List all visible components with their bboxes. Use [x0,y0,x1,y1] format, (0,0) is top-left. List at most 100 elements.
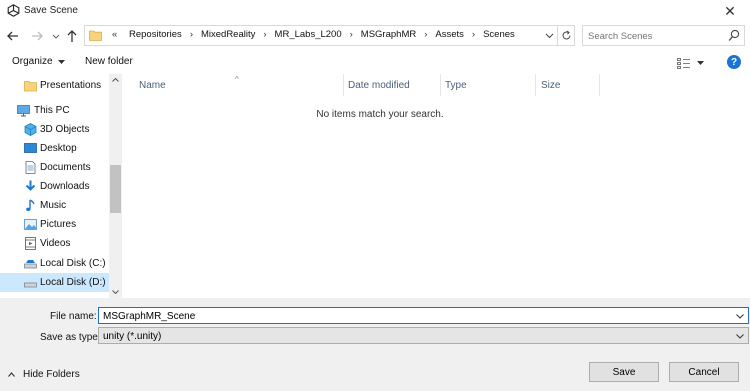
breadcrumb-item[interactable]: MR_Labs_L200 [273,29,344,40]
cancel-button[interactable]: Cancel [669,362,739,382]
computer-icon [17,105,30,117]
sidebar-item-music[interactable]: Music [0,196,109,215]
breadcrumb-item[interactable]: Assets [433,29,466,40]
up-arrow-icon[interactable] [64,28,80,44]
sidebar-item-label: Desktop [40,143,77,154]
column-header-date-modified[interactable]: Date modified [348,80,410,94]
address-bar[interactable]: « Repositories › MixedReality › MR_Labs_… [84,25,575,46]
search-icon[interactable] [728,29,740,42]
forward-arrow-icon[interactable] [29,28,45,44]
breadcrumb-item[interactable]: MixedReality [199,29,257,40]
command-bar: Organize New folder [0,52,750,74]
unity-logo-icon [7,4,20,17]
sidebar-item-pictures[interactable]: Pictures [0,215,109,234]
breadcrumb-overflow-icon[interactable]: « [112,29,117,40]
drive-icon [24,282,37,288]
music-icon [26,199,35,211]
sidebar-item-label: Local Disk (D:) [40,277,106,288]
refresh-button[interactable] [557,26,574,45]
save-button[interactable]: Save [589,362,659,382]
organize-button[interactable]: Organize [12,56,65,67]
sidebar-item-local-disk-c[interactable]: Local Disk (C:) [0,254,109,273]
sidebar-item-label: Pictures [40,219,77,230]
sidebar-item-label: Videos [40,238,71,249]
navigation-scrollbar[interactable] [109,74,122,298]
sidebar-item-videos[interactable]: Videos [0,234,109,253]
hide-folders-label: Hide Folders [23,369,80,380]
drive-icon [24,260,37,269]
title-bar: Save Scene ✕ [0,0,750,22]
column-divider[interactable] [440,74,441,96]
column-divider[interactable] [599,74,600,96]
close-button[interactable]: ✕ [710,0,750,22]
column-header-size[interactable]: Size [541,80,560,94]
file-name-dropdown[interactable] [734,310,746,322]
details-view-icon [677,57,690,69]
refresh-icon [562,30,570,40]
breadcrumb-item[interactable]: Repositories [127,29,184,40]
chevron-down-icon [736,333,744,339]
navigation-pane: Presentations This PC 3D Objects Desktop… [0,74,122,298]
help-button[interactable]: ? [727,55,741,69]
chevron-right-icon[interactable]: › [184,29,199,40]
scroll-down-button[interactable] [109,286,122,298]
sidebar-item-label: This PC [34,105,70,116]
change-view-button[interactable] [677,55,711,71]
chevron-right-icon[interactable]: › [418,29,433,40]
breadcrumb: Repositories › MixedReality › MR_Labs_L2… [127,29,517,40]
caret-down-icon [57,59,65,64]
sidebar-item-label: Local Disk (C:) [40,258,106,269]
sidebar-item-label: Music [40,200,67,211]
breadcrumb-item[interactable]: Scenes [481,29,517,40]
column-header-name[interactable]: Name [139,80,166,94]
chevron-down-icon [112,290,119,294]
sidebar-item-this-pc[interactable]: This PC [0,101,109,120]
sidebar-item-desktop[interactable]: Desktop [0,139,109,158]
save-as-type-value: unity (*.unity) [103,331,162,342]
save-as-type-label: Save as type: [40,332,101,343]
file-name-input[interactable] [103,310,723,322]
sidebar-item-local-disk-d[interactable]: Local Disk (D:) [0,273,109,292]
sort-indicator-icon: ^ [235,75,239,84]
chevron-right-icon[interactable]: › [466,29,481,40]
sidebar-item-label: 3D Objects [40,124,90,135]
chevron-down-icon [736,313,744,319]
breadcrumb-item[interactable]: MSGraphMR [359,29,418,40]
sidebar-item-label: Presentations [40,80,102,91]
save-as-type-dropdown[interactable] [734,330,746,342]
window-title: Save Scene [24,5,78,16]
document-icon [25,161,36,174]
sidebar-item-documents[interactable]: Documents [0,158,109,177]
back-arrow-icon[interactable] [5,28,21,44]
sidebar-item-3d-objects[interactable]: 3D Objects [0,120,109,139]
sidebar-item-label: Downloads [40,181,90,192]
column-header-type[interactable]: Type [445,80,467,94]
scroll-thumb[interactable] [110,165,121,213]
column-divider[interactable] [535,74,536,96]
picture-icon [24,219,37,230]
scroll-up-button[interactable] [109,74,122,86]
empty-state-message: No items match your search. [316,109,444,120]
file-list: ^ Name Date modified Type Size No items … [122,74,750,298]
chevron-right-icon[interactable]: › [344,29,359,40]
chevron-right-icon[interactable]: › [257,29,272,40]
video-icon [25,237,36,250]
save-as-type-select[interactable]: unity (*.unity) [98,327,749,344]
sidebar-item-presentations[interactable]: Presentations [0,76,109,95]
address-history-dropdown[interactable] [541,26,557,45]
organize-label: Organize [12,56,53,67]
hide-folders-toggle[interactable]: Hide Folders [8,369,80,380]
chevron-down-icon [545,33,553,38]
search-box [582,25,745,46]
sidebar-item-label: Documents [40,162,91,173]
download-icon [25,180,36,191]
cube-icon [24,123,37,136]
search-input[interactable] [588,29,718,43]
file-name-field [98,307,749,324]
new-folder-button[interactable]: New folder [85,56,133,67]
help-icon: ? [730,56,738,68]
sidebar-item-downloads[interactable]: Downloads [0,177,109,196]
column-divider[interactable] [343,74,344,96]
caret-down-icon [697,61,704,65]
recent-locations-chevron-icon[interactable] [51,28,61,44]
